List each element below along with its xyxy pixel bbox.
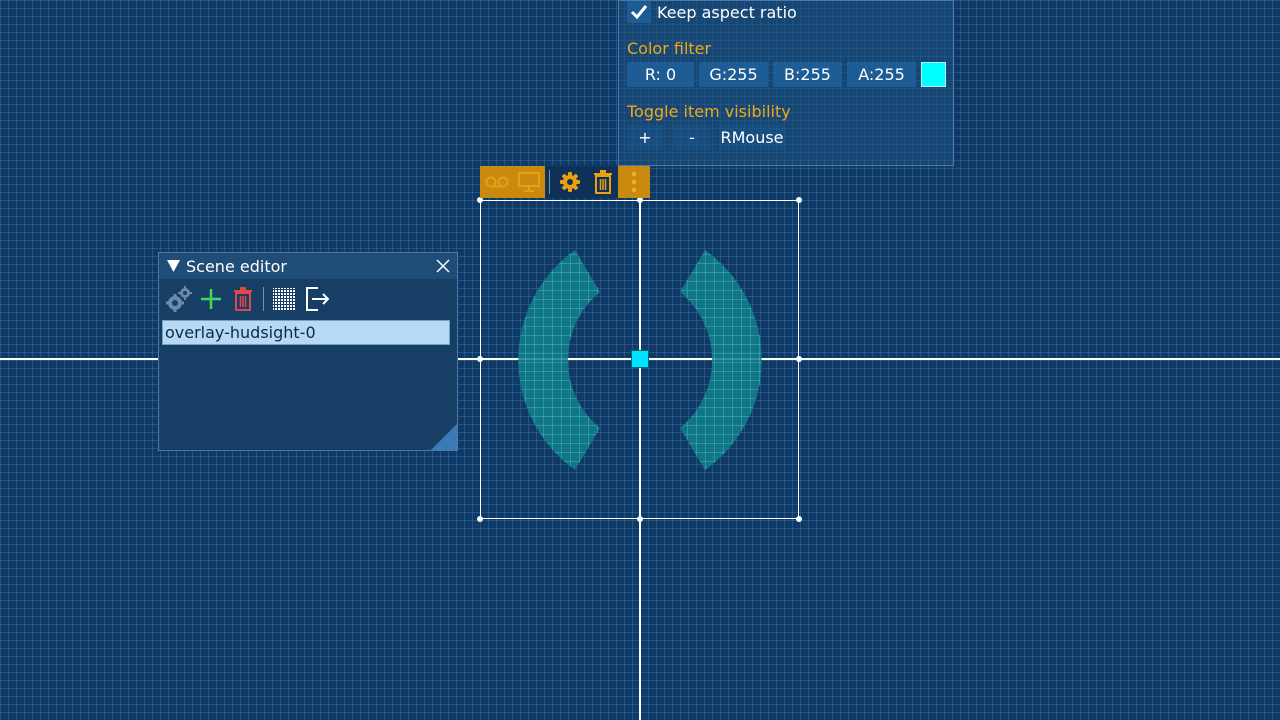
more-vertical-icon[interactable] — [618, 166, 650, 198]
color-b-field[interactable]: B:255 — [773, 62, 842, 87]
resize-handle-bottom-left[interactable] — [477, 516, 483, 522]
item-toolbar — [480, 166, 650, 198]
trash-icon[interactable] — [229, 285, 257, 313]
resize-handle-bottom[interactable] — [637, 516, 643, 522]
gears-icon[interactable] — [165, 285, 193, 313]
gear-icon[interactable] — [554, 166, 586, 198]
color-filter-label: Color filter — [627, 39, 712, 58]
monitor-icon[interactable] — [513, 166, 545, 198]
scene-editor-window: Scene editor overlay-hudsight-0 — [158, 252, 458, 451]
scene-editor-toolbar — [165, 285, 455, 313]
toggle-add-button[interactable]: + — [627, 125, 663, 150]
resize-handle-top-right[interactable] — [796, 197, 802, 203]
scene-editor-title: Scene editor — [186, 257, 287, 276]
resize-handle-bottom-right[interactable] — [796, 516, 802, 522]
scene-list-item[interactable]: overlay-hudsight-0 — [162, 320, 450, 345]
toolbar-separator — [549, 170, 550, 194]
resize-handle-right[interactable] — [796, 356, 802, 362]
add-icon[interactable] — [197, 285, 225, 313]
grid-icon[interactable] — [270, 285, 298, 313]
toggle-remove-button[interactable]: - — [674, 125, 710, 150]
scene-editor-titlebar[interactable]: Scene editor — [159, 253, 457, 279]
toolbar-separator — [263, 287, 264, 311]
keep-aspect-label: Keep aspect ratio — [657, 3, 797, 22]
toggle-visibility-label: Toggle item visibility — [627, 102, 791, 121]
trash-icon[interactable] — [587, 166, 619, 198]
color-g-field[interactable]: G:255 — [699, 62, 768, 87]
collapse-triangle-icon[interactable] — [167, 260, 180, 272]
keep-aspect-checkbox[interactable] — [627, 1, 651, 23]
color-r-field[interactable]: R: 0 — [627, 62, 694, 87]
properties-panel: Keep aspect ratio Color filter R: 0 G:25… — [618, 0, 954, 166]
close-icon[interactable] — [435, 258, 451, 274]
exit-icon[interactable] — [303, 285, 331, 313]
color-swatch[interactable] — [921, 62, 946, 87]
center-move-handle[interactable] — [631, 350, 649, 368]
color-a-field[interactable]: A:255 — [847, 62, 916, 87]
resize-grip[interactable] — [431, 424, 457, 450]
resize-handle-left[interactable] — [477, 356, 483, 362]
voicemail-icon[interactable] — [481, 166, 513, 198]
toggle-key-binding[interactable]: RMouse — [719, 125, 785, 150]
